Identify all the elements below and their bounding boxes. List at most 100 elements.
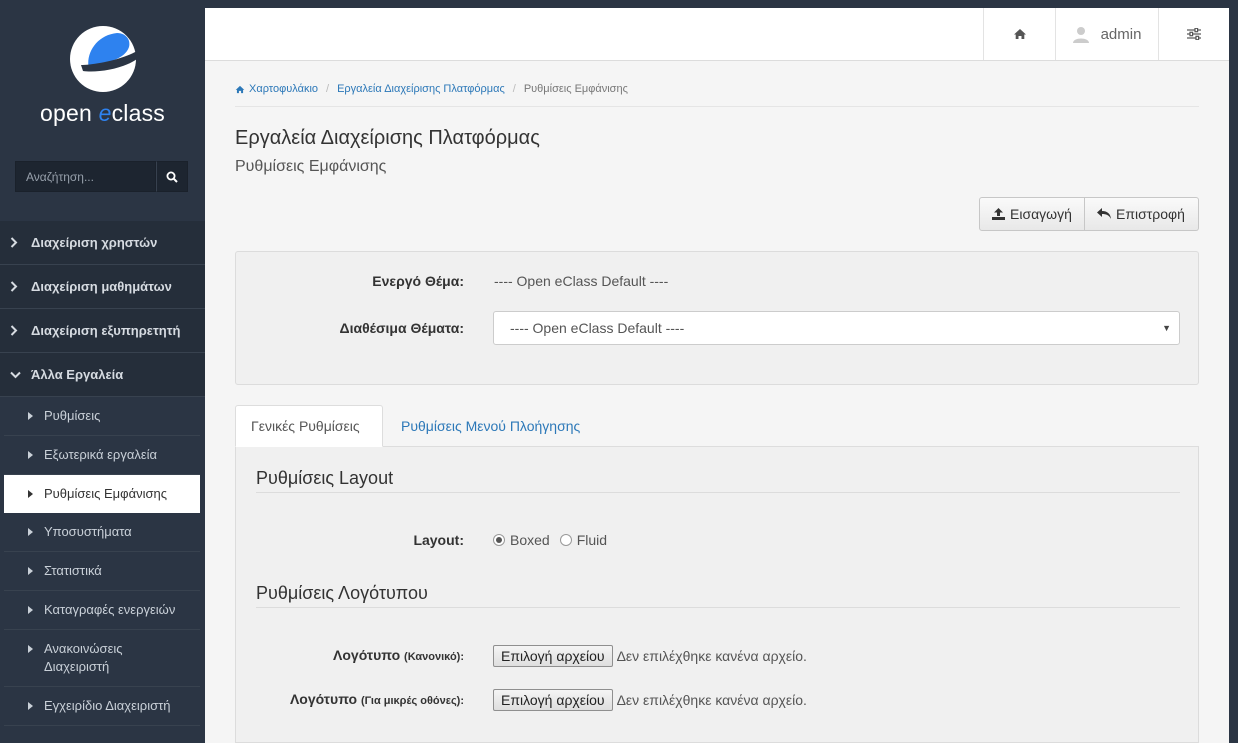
sidebar-item-admin-manual[interactable]: Εγχειρίδιο Διαχειριστή (4, 687, 200, 726)
divider (256, 607, 1180, 608)
file-status: Δεν επιλέχθηκε κανένα αρχείο. (616, 648, 807, 664)
chevron-right-icon (10, 325, 22, 336)
chevron-right-icon (10, 237, 22, 248)
sidebar-menu: Διαχείριση χρηστών Διαχείριση μαθημάτων … (0, 221, 205, 726)
logo-small-file-input: Επιλογή αρχείου Δεν επιλέχθηκε κανένα αρ… (493, 689, 807, 711)
home-button[interactable] (983, 8, 1055, 60)
sidebar-group-label: Άλλα Εργαλεία (31, 367, 124, 382)
sidebar-item-label: Εγχειρίδιο Διαχειριστή (44, 698, 171, 713)
sidebar-group-users[interactable]: Διαχείριση χρηστών (0, 221, 205, 265)
logo-small-label-text: Λογότυπο (289, 691, 358, 707)
logo-normal-label: Λογότυπο (Κανονικό): (236, 647, 464, 663)
theme-select-value: ---- Open eClass Default ---- (510, 320, 685, 336)
breadcrumb-current: Ρυθμίσεις Εμφάνισης (523, 83, 628, 95)
caret-right-icon (28, 528, 36, 536)
sidebar-item-statistics[interactable]: Στατιστικά (4, 552, 200, 591)
caret-right-icon (28, 702, 36, 710)
divider (235, 106, 1199, 107)
sidebar-item-appearance[interactable]: Ρυθμίσεις Εμφάνισης (4, 475, 200, 513)
logo[interactable]: open eclass (0, 0, 205, 145)
sidebar-item-admin-announcements[interactable]: Ανακοινώσεις Διαχειριστή (4, 630, 200, 687)
sidebar-item-settings[interactable]: Ρυθμίσεις (4, 397, 200, 436)
caret-right-icon (28, 412, 36, 420)
sidebar-group-label: Διαχείριση μαθημάτων (31, 279, 172, 294)
sidebar-item-external-tools[interactable]: Εξωτερικά εργαλεία (4, 436, 200, 475)
home-icon (235, 85, 245, 93)
caret-right-icon (28, 606, 36, 614)
user-menu[interactable]: admin (1055, 8, 1158, 60)
user-avatar-icon (1072, 26, 1089, 43)
brand-suffix: class (111, 100, 165, 126)
layout-radio-group: Boxed Fluid (493, 532, 613, 548)
caret-right-icon (28, 567, 36, 575)
breadcrumb-tools-link[interactable]: Εργαλεία Διαχείρισης Πλατφόρμας (337, 83, 505, 95)
import-label: Εισαγωγή (1010, 206, 1072, 222)
brand-name: open eclass (0, 100, 205, 127)
logo-normal-label-text: Λογότυπο (333, 647, 401, 663)
layout-boxed-label: Boxed (510, 532, 550, 548)
main-content: admin Χαρτοφυλάκιο / Εργαλεία Διαχείριση… (205, 8, 1229, 743)
breadcrumb-separator: / (326, 83, 330, 95)
sidebar-group-label: Διαχείριση εξυπηρετητή (31, 323, 181, 338)
logo-small-label: Λογότυπο (Για μικρές οθόνες): (236, 691, 464, 707)
layout-fluid-radio[interactable] (559, 534, 572, 546)
sidebar-group-label: Διαχείριση χρηστών (31, 235, 158, 250)
sidebar-item-label: Στατιστικά (44, 563, 102, 578)
sidebar-group-courses[interactable]: Διαχείριση μαθημάτων (0, 265, 205, 309)
import-button[interactable]: Εισαγωγή (979, 197, 1085, 231)
layout-fluid-label: Fluid (576, 532, 608, 548)
sidebar-item-label: Καταγραφές ενεργειών (44, 602, 176, 617)
back-label: Επιστροφή (1116, 206, 1185, 222)
breadcrumb-home-link[interactable]: Χαρτοφυλάκιο (249, 83, 318, 95)
breadcrumb-separator: / (512, 83, 516, 95)
sidebar-item-label: Εξωτερικά εργαλεία (44, 447, 158, 462)
search-icon (166, 171, 178, 183)
choose-file-button[interactable]: Επιλογή αρχείου (493, 645, 613, 667)
chevron-right-icon (10, 281, 22, 292)
top-bar: admin (205, 8, 1229, 61)
divider (256, 492, 1180, 493)
page-title: Εργαλεία Διαχείρισης Πλατφόρμας (235, 127, 540, 149)
caret-right-icon (28, 645, 36, 653)
reply-icon (1097, 208, 1111, 220)
file-status: Δεν επιλέχθηκε κανένα αρχείο. (616, 692, 807, 708)
layout-boxed-radio[interactable] (493, 534, 505, 546)
theme-select[interactable]: ---- Open eClass Default ---- ▼ (493, 311, 1180, 345)
available-themes-label: Διαθέσιμα Θέματα: (339, 320, 464, 336)
theme-panel: Ενεργό Θέμα: ---- Open eClass Default --… (235, 251, 1199, 385)
active-theme-label: Ενεργό Θέμα: (372, 273, 464, 289)
caret-right-icon (28, 451, 36, 459)
logo-normal-hint: (Κανονικό): (404, 651, 464, 663)
upload-icon (992, 208, 1005, 220)
brand-accent: e (98, 100, 112, 126)
settings-button[interactable] (1158, 8, 1229, 60)
sidebar-group-server[interactable]: Διαχείριση εξυπηρετητή (0, 309, 205, 353)
sidebar-group-other-tools[interactable]: Άλλα Εργαλεία (0, 353, 205, 397)
sidebar-item-label: Ρυθμίσεις (44, 408, 101, 423)
tab-menu-settings[interactable]: Ρυθμίσεις Μενού Πλοήγησης (386, 405, 595, 447)
caret-right-icon (28, 490, 36, 498)
search-input[interactable] (15, 161, 156, 192)
sidebar-item-activity-logs[interactable]: Καταγραφές ενεργειών (4, 591, 200, 630)
sliders-icon (1187, 28, 1201, 40)
sidebar-item-subsystems[interactable]: Υποσυστήματα (4, 513, 200, 552)
tab-general-settings[interactable]: Γενικές Ρυθμίσεις (235, 405, 383, 447)
sidebar-item-label: Ρυθμίσεις Εμφάνισης (44, 486, 167, 501)
layout-label: Layout: (413, 532, 464, 548)
layout-section-title: Ρυθμίσεις Layout (256, 468, 394, 488)
chevron-down-icon (10, 371, 22, 379)
home-icon (1013, 29, 1026, 39)
choose-file-button[interactable]: Επιλογή αρχείου (493, 689, 613, 711)
back-button[interactable]: Επιστροφή (1085, 197, 1199, 231)
action-button-group: Εισαγωγή Επιστροφή (979, 197, 1199, 231)
breadcrumb: Χαρτοφυλάκιο / Εργαλεία Διαχείρισης Πλατ… (235, 83, 628, 95)
page-subtitle: Ρυθμίσεις Εμφάνισης (235, 158, 387, 175)
active-theme-value: ---- Open eClass Default ---- (494, 273, 669, 289)
eclass-logo-icon (70, 26, 137, 92)
dropdown-arrow-icon: ▼ (1162, 323, 1171, 333)
logo-small-hint: (Για μικρές οθόνες): (360, 695, 464, 707)
search-button[interactable] (156, 161, 188, 192)
tab-content: Ρυθμίσεις Layout Layout: Boxed Fluid Ρυθ… (235, 447, 1199, 743)
sidebar-item-label: Υποσυστήματα (44, 524, 132, 539)
logo-section-title: Ρυθμίσεις Λογότυπου (256, 583, 428, 603)
